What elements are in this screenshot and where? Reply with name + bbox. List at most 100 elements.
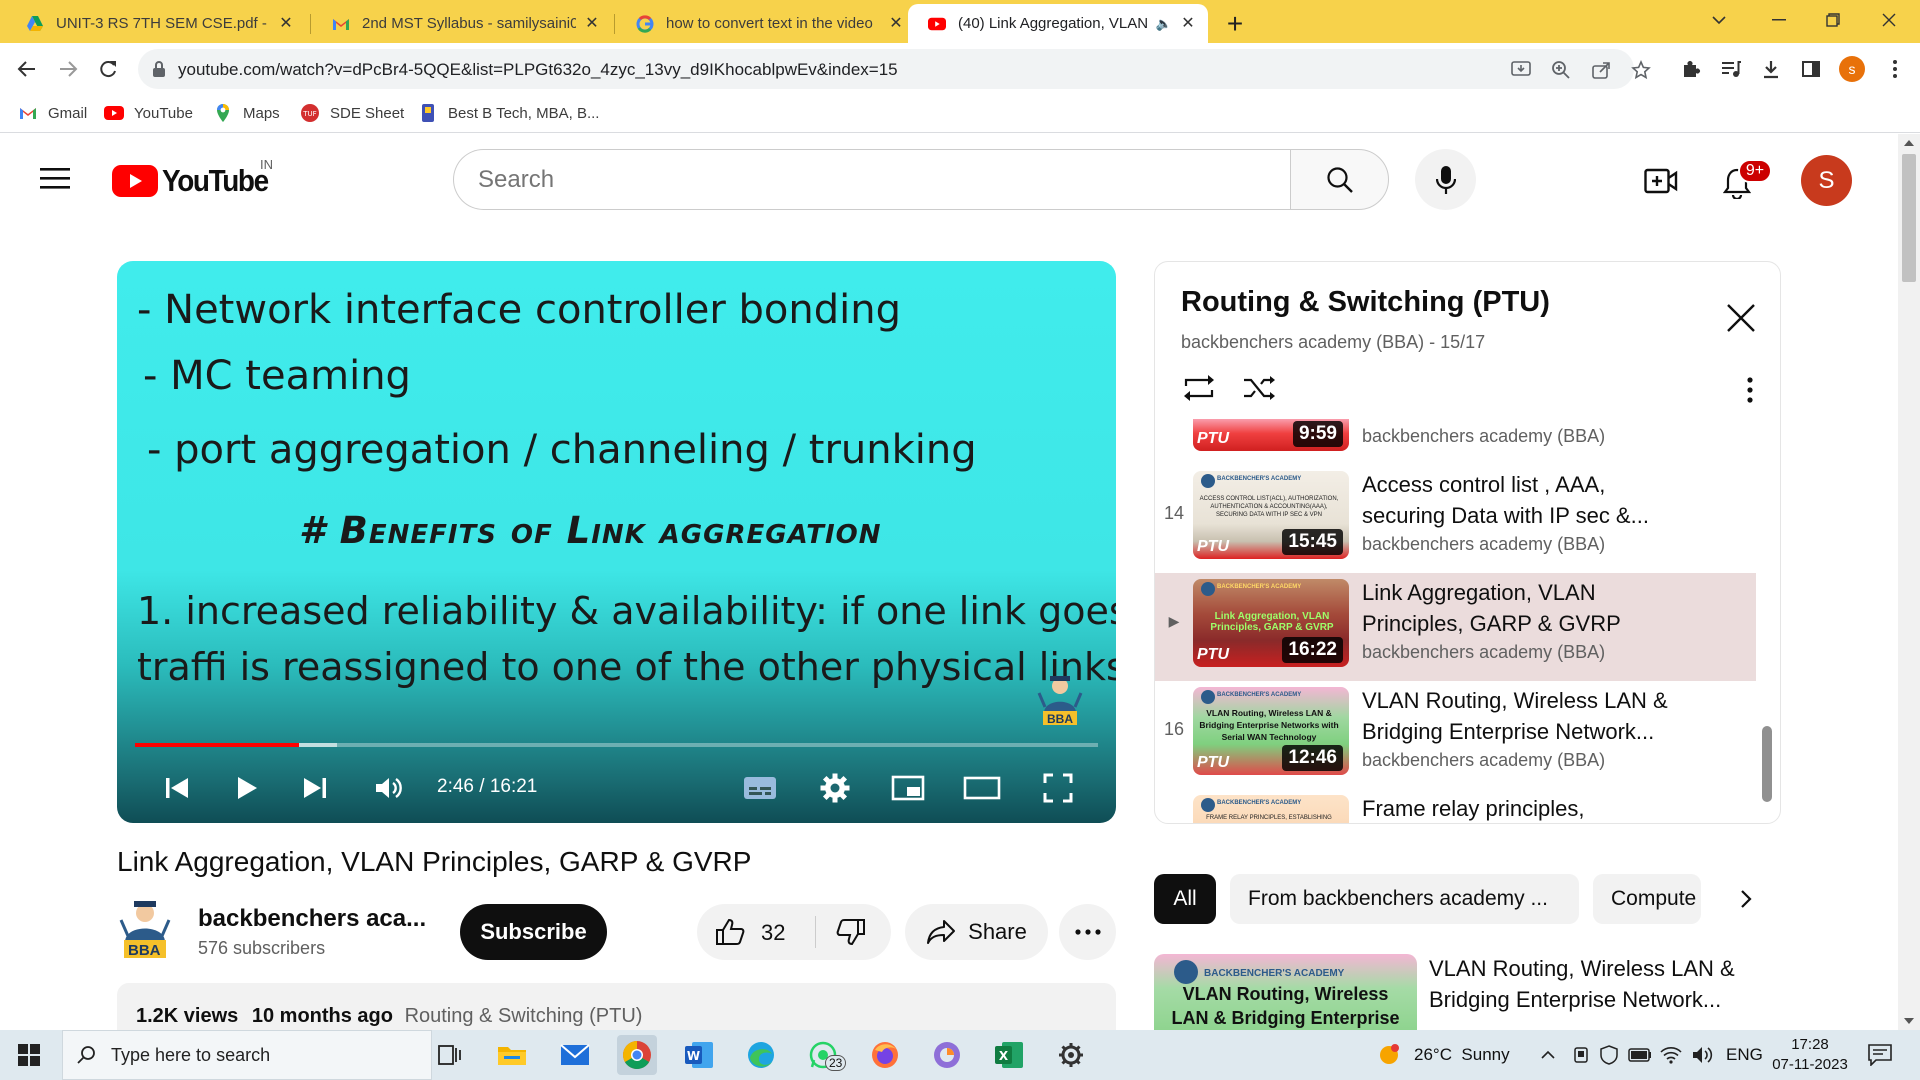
word-app[interactable]: W <box>679 1035 719 1075</box>
account-avatar[interactable]: S <box>1801 155 1852 206</box>
playlist-item-current[interactable]: ▶ BACKBENCHER'S ACADEMY Link Aggregation… <box>1155 573 1756 681</box>
browser-tab-gmail[interactable]: 2nd MST Syllabus - samilysaini0 ✕ <box>312 4 612 43</box>
chrome-menu-icon[interactable] <box>1883 57 1907 81</box>
input-language[interactable]: ENG <box>1726 1030 1763 1080</box>
subscribe-button[interactable]: Subscribe <box>460 904 607 960</box>
browser-tab-drive-pdf[interactable]: UNIT-3 RS 7TH SEM CSE.pdf - G ✕ <box>6 4 306 43</box>
extensions-puzzle-icon[interactable] <box>1679 57 1703 81</box>
chip-all[interactable]: All <box>1154 874 1216 924</box>
create-video-button[interactable] <box>1643 163 1679 199</box>
chrome-profile-avatar[interactable]: s <box>1839 56 1865 82</box>
volume-tray-icon[interactable] <box>1692 1030 1714 1080</box>
close-icon[interactable]: ✕ <box>584 15 600 32</box>
weather-widget[interactable]: 26°C Sunny <box>1376 1030 1510 1080</box>
search-button[interactable] <box>1290 149 1389 210</box>
playlist-title[interactable]: Routing & Switching (PTU) <box>1181 286 1550 319</box>
search-input[interactable] <box>478 166 1258 194</box>
progress-bar[interactable] <box>135 743 1098 747</box>
shuffle-playlist-button[interactable] <box>1241 370 1277 406</box>
install-app-icon[interactable] <box>1510 59 1532 81</box>
chips-next-button[interactable] <box>1726 874 1766 924</box>
close-icon[interactable]: ✕ <box>278 15 294 32</box>
side-panel-icon[interactable] <box>1799 57 1823 81</box>
playlist-more-button[interactable] <box>1735 372 1765 408</box>
bookmark-maps[interactable]: Maps <box>213 103 280 123</box>
security-shield-icon[interactable] <box>1600 1030 1618 1080</box>
share-button[interactable]: Share <box>905 904 1048 960</box>
minimize-button[interactable] <box>1756 0 1802 40</box>
recommended-video-thumbnail[interactable]: BACKBENCHER'S ACADEMY VLAN Routing, Wire… <box>1154 954 1417 1030</box>
channel-name[interactable]: backbenchers aca... <box>198 905 426 933</box>
restore-button[interactable] <box>1810 0 1856 40</box>
chip-from-channel[interactable]: From backbenchers academy ... <box>1230 874 1579 924</box>
address-bar[interactable]: youtube.com/watch?v=dPcBr4-5QQE&list=PLP… <box>138 49 1651 89</box>
close-icon[interactable]: ✕ <box>1180 15 1196 32</box>
playlist-item[interactable]: PTU 9:59 backbenchers academy (BBA) <box>1155 419 1756 465</box>
browser-tab-youtube-active[interactable]: (40) Link Aggregation, VLAN 🔈 ✕ <box>908 4 1208 43</box>
tray-device-icon[interactable] <box>1572 1030 1590 1080</box>
channel-watermark[interactable]: BBA <box>1035 673 1085 729</box>
playlist-scrollbar[interactable] <box>1762 726 1772 802</box>
close-window-button[interactable] <box>1866 0 1912 40</box>
previous-button[interactable] <box>157 768 197 808</box>
volume-button[interactable] <box>369 768 409 808</box>
more-actions-button[interactable] <box>1059 904 1116 960</box>
playlist-item[interactable]: 16 BACKBENCHER'S ACADEMY VLAN Routing, W… <box>1155 681 1756 789</box>
youtube-logo[interactable]: YouTube IN <box>112 157 280 198</box>
bookmark-star-icon[interactable] <box>1630 59 1652 81</box>
tab-search-button[interactable] <box>1696 0 1742 40</box>
browser-tab-google-search[interactable]: how to convert text in the video ✕ <box>616 4 916 43</box>
playlist-item[interactable]: 14 BACKBENCHER'S ACADEMY ACCESS CONTROL … <box>1155 465 1756 573</box>
close-playlist-button[interactable] <box>1723 300 1759 336</box>
whatsapp-app[interactable]: 23 <box>803 1035 847 1075</box>
edge-app[interactable] <box>741 1035 781 1075</box>
menu-icon[interactable] <box>40 166 72 192</box>
battery-icon[interactable] <box>1628 1030 1652 1080</box>
bookmark-gmail[interactable]: Gmail <box>18 103 87 123</box>
like-button[interactable]: 32 <box>715 916 815 948</box>
speaker-icon[interactable]: 🔈 <box>1156 16 1172 32</box>
media-controls-icon[interactable] <box>1719 57 1743 81</box>
search-box[interactable] <box>453 149 1290 210</box>
excel-app[interactable]: X <box>989 1035 1029 1075</box>
new-tab-button[interactable]: + <box>1220 8 1250 39</box>
notification-center-button[interactable] <box>1868 1030 1892 1080</box>
bookmark-sde-sheet[interactable]: TUF SDE Sheet <box>300 103 404 123</box>
task-view-button[interactable] <box>430 1035 470 1075</box>
chrome-app[interactable] <box>617 1035 657 1075</box>
settings-app[interactable] <box>1051 1035 1091 1075</box>
channel-avatar[interactable]: BBA <box>117 898 173 962</box>
playlist-link[interactable]: Routing & Switching (PTU) <box>405 1005 643 1027</box>
zoom-icon[interactable] <box>1550 59 1572 81</box>
page-scrollbar[interactable] <box>1898 134 1920 1030</box>
settings-button[interactable] <box>815 768 855 808</box>
play-button[interactable] <box>227 768 267 808</box>
bookmark-youtube[interactable]: YouTube <box>104 103 193 123</box>
dislike-button[interactable] <box>831 916 871 948</box>
playlist-item[interactable]: BACKBENCHER'S ACADEMY FRAME RELAY PRINCI… <box>1155 789 1756 823</box>
fullscreen-button[interactable] <box>1038 768 1078 808</box>
forward-button[interactable] <box>52 53 84 85</box>
share-page-icon[interactable] <box>1590 59 1612 81</box>
miniplayer-button[interactable] <box>888 768 928 808</box>
next-button[interactable] <box>295 768 335 808</box>
close-icon[interactable]: ✕ <box>888 15 904 32</box>
video-player[interactable]: - Network interface controller bonding -… <box>117 261 1116 823</box>
mail-app[interactable] <box>555 1035 595 1075</box>
recommended-video-title[interactable]: VLAN Routing, Wireless LAN & Bridging En… <box>1429 953 1769 1015</box>
edge-dev-app[interactable] <box>927 1035 967 1075</box>
loop-playlist-button[interactable] <box>1181 370 1217 406</box>
file-explorer-app[interactable] <box>492 1035 532 1075</box>
show-hidden-icons-button[interactable] <box>1540 1030 1556 1080</box>
back-button[interactable] <box>11 53 43 85</box>
taskbar-search[interactable]: Type here to search <box>62 1030 432 1080</box>
chip-computer[interactable]: Compute <box>1593 874 1701 924</box>
taskbar-clock[interactable]: 17:28 07-11-2023 <box>1760 1035 1860 1075</box>
bookmark-best-btech[interactable]: Best B Tech, MBA, B... <box>418 103 599 123</box>
downloads-icon[interactable] <box>1759 57 1783 81</box>
voice-search-button[interactable] <box>1415 149 1476 210</box>
firefox-app[interactable] <box>865 1035 905 1075</box>
windows-start-button[interactable] <box>18 1044 40 1066</box>
theater-mode-button[interactable] <box>962 768 1002 808</box>
network-icon[interactable] <box>1660 1030 1682 1080</box>
